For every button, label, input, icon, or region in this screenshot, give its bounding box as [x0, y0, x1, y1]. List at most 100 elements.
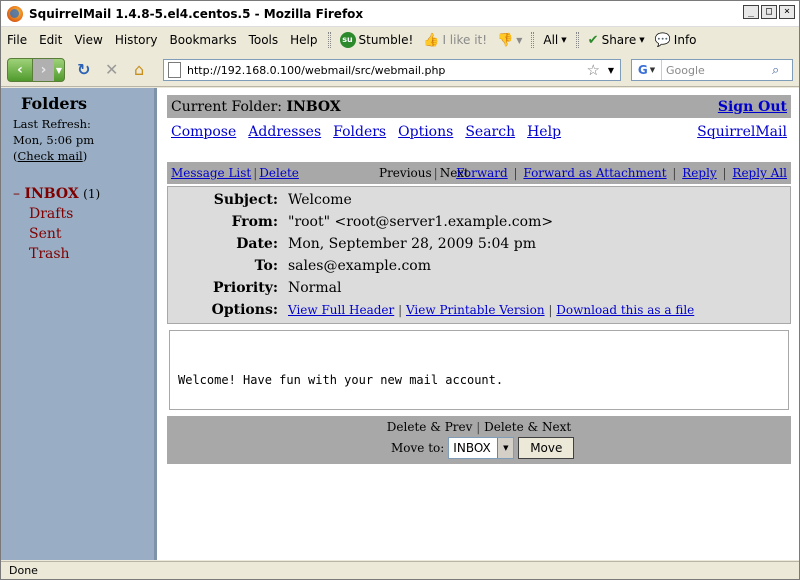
menu-help[interactable]: Help — [284, 33, 323, 47]
delete-link[interactable]: Delete — [259, 166, 299, 180]
to-label: To: — [254, 258, 278, 274]
search-link[interactable]: Search — [465, 124, 515, 140]
forward-button[interactable]: › — [32, 59, 54, 81]
url-bar[interactable]: http://192.168.0.100/webmail/src/webmail… — [163, 59, 621, 81]
minimize-button[interactable]: _ — [743, 5, 759, 19]
chevron-down-icon: ▼ — [561, 36, 567, 44]
share-heart-icon: ✔ — [587, 32, 599, 48]
move-to-value: INBOX — [453, 441, 491, 455]
speech-bubble-icon: 💬 — [654, 32, 671, 48]
message-action-bar: Message List | Delete Previous | Next Forw… — [167, 162, 791, 184]
home-icon[interactable]: ⌂ — [134, 62, 144, 78]
subject-row: Subject: Welcome — [168, 189, 788, 211]
chevron-down-icon: ▼ — [639, 36, 645, 44]
back-button[interactable]: ‹ — [8, 62, 32, 78]
main-nav-links: Compose Addresses Folders Options Search… — [167, 122, 791, 142]
message-headers: Subject: Welcome From: "root" <root@serv… — [167, 186, 791, 324]
delete-prev: Delete & Prev — [386, 420, 473, 434]
share-button[interactable]: ✔ Share ▼ — [583, 33, 650, 48]
addresses-link[interactable]: Addresses — [248, 124, 321, 140]
search-box[interactable]: G ▼ Google ⌕ — [631, 59, 793, 81]
message-bottom-bar: Delete & Prev | Delete & Next Move to: I… — [167, 416, 791, 464]
delete-nav: Delete & Prev | Delete & Next — [386, 420, 572, 434]
sign-out-link[interactable]: Sign Out — [718, 99, 787, 115]
menu-bar: File Edit View History Bookmarks Tools H… — [1, 28, 799, 52]
status-text: Done — [9, 564, 38, 577]
move-button[interactable]: Move — [518, 437, 575, 459]
help-link[interactable]: Help — [527, 124, 561, 140]
reply-link[interactable]: Reply — [682, 166, 716, 180]
compose-link[interactable]: Compose — [171, 124, 236, 140]
navigation-toolbar: ‹ › ▼ ↻ ✕ ⌂ http://192.168.0.100/webmail… — [1, 53, 799, 87]
last-refresh-time: Mon, 5:06 pm — [13, 133, 95, 147]
folder-trash[interactable]: Trash — [13, 244, 100, 264]
chevron-down-icon[interactable]: ▼ — [497, 438, 514, 458]
menu-history[interactable]: History — [109, 33, 164, 47]
stop-icon[interactable]: ✕ — [105, 62, 118, 78]
view-full-header-link[interactable]: View Full Header — [288, 303, 394, 317]
from-row: From: "root" <root@server1.example.com> — [168, 211, 788, 233]
to-value: sales@example.com — [288, 258, 432, 274]
search-input[interactable]: Google — [662, 64, 772, 77]
window-controls: _ □ × — [743, 5, 795, 19]
window-title: SquirrelMail 1.4.8-5.el4.centos.5 - Mozi… — [29, 6, 364, 21]
folder-inbox[interactable]: INBOX — [24, 186, 78, 202]
options-link[interactable]: Options — [398, 124, 453, 140]
maximize-button[interactable]: □ — [761, 5, 777, 19]
folders-link[interactable]: Folders — [333, 124, 386, 140]
i-like-it-button[interactable]: 👍 I like it! — [418, 33, 492, 48]
download-file-link[interactable]: Download this as a file — [556, 303, 694, 317]
info-button[interactable]: 💬 Info — [650, 33, 702, 48]
forward-attachment-link[interactable]: Forward as Attachment — [523, 166, 666, 180]
menu-bookmarks[interactable]: Bookmarks — [164, 33, 243, 47]
priority-label: Priority: — [212, 280, 278, 296]
url-dropdown-icon[interactable]: ▼ — [602, 66, 620, 75]
close-button[interactable]: × — [779, 5, 795, 19]
reload-icon[interactable]: ↻ — [77, 62, 90, 78]
message-body-text: Welcome! Have fun with your new mail acc… — [178, 373, 504, 387]
history-dropdown-icon[interactable]: ▼ — [54, 66, 64, 75]
view-printable-link[interactable]: View Printable Version — [406, 303, 545, 317]
message-list-link[interactable]: Message List — [171, 166, 251, 180]
collapse-toggle[interactable]: – — [13, 186, 20, 202]
bookmark-star-icon[interactable]: ☆ — [587, 61, 600, 79]
all-dropdown[interactable]: All ▼ — [538, 33, 571, 47]
stumbleupon-icon: su — [339, 32, 356, 48]
stumble-button[interactable]: su Stumble! — [335, 32, 419, 48]
prev-next: Previous | Next — [379, 166, 469, 180]
all-label: All — [543, 33, 559, 47]
menu-edit[interactable]: Edit — [33, 33, 68, 47]
from-value: "root" <root@server1.example.com> — [288, 214, 554, 230]
to-row: To: sales@example.com — [168, 255, 788, 277]
search-icon[interactable]: ⌕ — [772, 63, 792, 78]
check-mail-link[interactable]: Check mail — [18, 149, 83, 163]
move-to-label: Move to: — [391, 441, 445, 455]
message-view: Current Folder: INBOX Sign Out Compose A… — [167, 88, 793, 560]
reply-actions: Forward | Forward as Attachment | Reply … — [456, 166, 787, 180]
options-row: Options: View Full Header | View Printab… — [168, 299, 788, 321]
folder-sidebar: Folders Last Refresh: Mon, 5:06 pm (Chec… — [1, 88, 157, 560]
current-folder-name: INBOX — [286, 98, 341, 115]
title-bar: SquirrelMail 1.4.8-5.el4.centos.5 - Mozi… — [1, 1, 799, 27]
menu-view[interactable]: View — [68, 33, 108, 47]
info-label: Info — [673, 33, 697, 47]
menu-file[interactable]: File — [1, 33, 33, 47]
squirrelmail-link[interactable]: SquirrelMail — [697, 124, 787, 140]
folder-list: – INBOX (1) Drafts Sent Trash — [13, 184, 100, 264]
folder-sent[interactable]: Sent — [13, 224, 100, 244]
url-text[interactable]: http://192.168.0.100/webmail/src/webmail… — [187, 64, 587, 77]
browser-window: SquirrelMail 1.4.8-5.el4.centos.5 - Mozi… — [0, 0, 800, 580]
page-icon — [168, 62, 181, 78]
stumble-label: Stumble! — [358, 33, 414, 47]
google-engine-icon[interactable]: G ▼ — [632, 60, 662, 80]
folder-drafts[interactable]: Drafts — [13, 204, 100, 224]
thumbs-down-button[interactable]: 👎 ▼ — [492, 33, 527, 48]
menu-tools[interactable]: Tools — [243, 33, 285, 47]
toolbar-separator — [575, 32, 579, 48]
move-to-row: Move to: INBOX ▼ Move — [391, 437, 575, 459]
move-to-select[interactable]: INBOX ▼ — [448, 437, 515, 459]
last-refresh-label: Last Refresh: — [13, 117, 91, 131]
page-content: Folders Last Refresh: Mon, 5:06 pm (Chec… — [1, 88, 799, 560]
reply-all-link[interactable]: Reply All — [732, 166, 787, 180]
current-folder: Current Folder: INBOX — [171, 99, 341, 115]
